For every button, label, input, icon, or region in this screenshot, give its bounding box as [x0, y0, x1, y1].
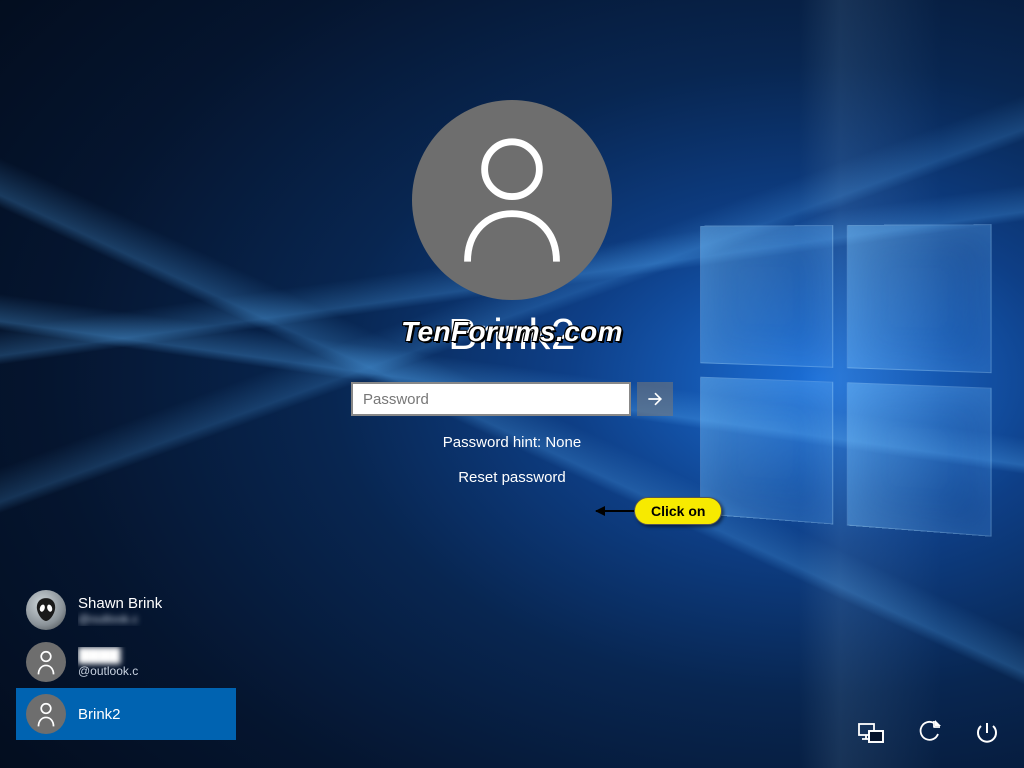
- user-text: ████ @outlook.c: [78, 647, 138, 678]
- avatar-icon: [26, 590, 66, 630]
- reset-password-link[interactable]: Reset password: [458, 469, 566, 486]
- user-name-label: ████: [78, 647, 138, 664]
- network-icon: [857, 721, 885, 745]
- system-buttons: [856, 718, 1002, 748]
- password-input[interactable]: [351, 382, 631, 416]
- ease-of-access-icon: [916, 720, 942, 746]
- annotation-callout: Click on: [596, 497, 722, 525]
- user-list-item-selected[interactable]: Brink2: [16, 688, 236, 740]
- ease-of-access-button[interactable]: [914, 718, 944, 748]
- user-text: Brink2: [78, 706, 121, 723]
- submit-button[interactable]: [637, 382, 673, 416]
- alien-icon: [35, 597, 57, 623]
- user-avatar-large: [412, 100, 612, 300]
- login-area: Brink2 Password hint: None Reset passwor…: [0, 100, 1024, 486]
- user-name-label: Brink2: [78, 706, 121, 723]
- person-icon: [35, 701, 57, 727]
- password-row: [351, 382, 673, 416]
- avatar-icon: [26, 694, 66, 734]
- user-sub-label: @outlook.c: [78, 612, 162, 626]
- submit-arrow-icon: [645, 389, 665, 409]
- username-display: Brink2: [448, 310, 576, 360]
- user-list-item[interactable]: Shawn Brink @outlook.c: [16, 584, 236, 636]
- annotation-label: Click on: [634, 497, 722, 525]
- user-list: Shawn Brink @outlook.c ████ @outlook.c B…: [16, 584, 236, 740]
- user-text: Shawn Brink @outlook.c: [78, 595, 162, 626]
- network-button[interactable]: [856, 718, 886, 748]
- user-list-item[interactable]: ████ @outlook.c: [16, 636, 236, 688]
- annotation-arrow-icon: [596, 510, 634, 512]
- avatar-icon: [26, 642, 66, 682]
- user-name-label: Shawn Brink: [78, 595, 162, 612]
- power-icon: [974, 720, 1000, 746]
- power-button[interactable]: [972, 718, 1002, 748]
- person-icon: [457, 135, 567, 265]
- person-icon: [35, 649, 57, 675]
- user-sub-label: @outlook.c: [78, 664, 138, 678]
- password-hint: Password hint: None: [443, 434, 581, 451]
